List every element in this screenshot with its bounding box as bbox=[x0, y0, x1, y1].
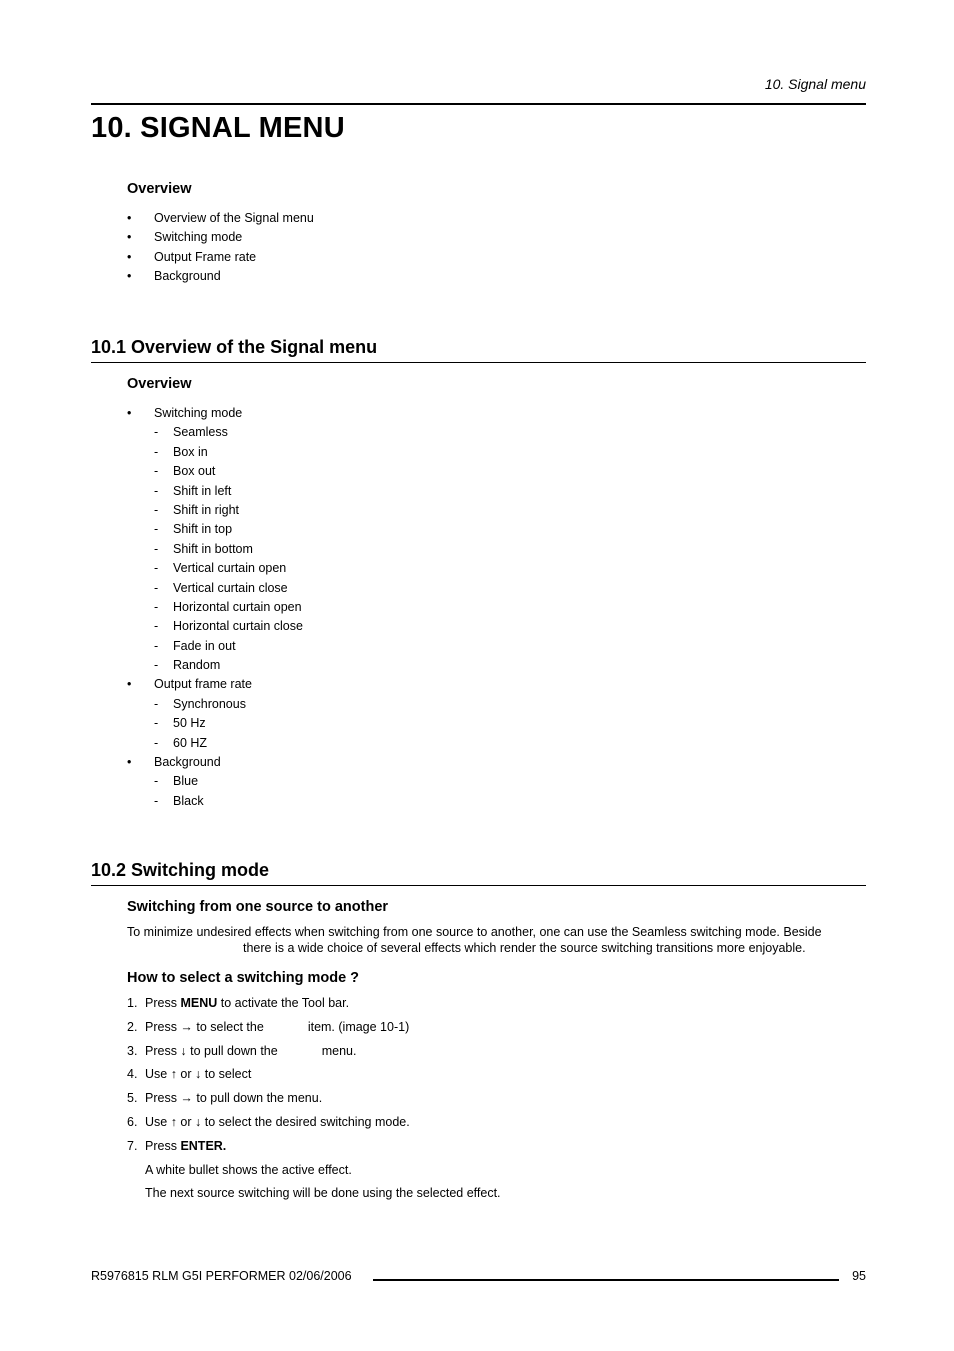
step-note-text: A white bullet shows the active effect. bbox=[145, 1162, 352, 1177]
bullet-marker: • bbox=[127, 211, 132, 225]
step-text: Press ENTER. bbox=[145, 1138, 227, 1153]
step-number: 5. bbox=[127, 1091, 138, 1106]
bullet-marker: • bbox=[127, 677, 132, 692]
step-number: 4. bbox=[127, 1067, 138, 1082]
section-10-1-overview-heading: Overview bbox=[127, 376, 192, 392]
dash-marker: - bbox=[154, 483, 159, 498]
dash-marker: - bbox=[154, 425, 159, 440]
list-item-text: Switching mode bbox=[154, 406, 243, 420]
dash-marker: - bbox=[154, 522, 159, 537]
dash-marker: - bbox=[154, 638, 159, 653]
list-item-text: Vertical curtain close bbox=[173, 580, 288, 595]
list-item-text: Vertical curtain open bbox=[173, 561, 287, 576]
header-rule bbox=[91, 103, 866, 105]
dash-marker: - bbox=[154, 716, 159, 731]
key-name: MENU bbox=[180, 996, 218, 1010]
switching-source-heading: Switching from one source to another bbox=[127, 899, 389, 915]
step-text: Use ↑ or ↓ to select the desired switchi… bbox=[145, 1114, 410, 1129]
list-item-text: Switching mode bbox=[154, 230, 243, 245]
dash-marker: - bbox=[154, 580, 159, 595]
step-text: Press → to pull down the menu. bbox=[145, 1091, 323, 1106]
bullet-marker: • bbox=[127, 269, 132, 284]
dash-marker: - bbox=[154, 464, 159, 479]
list-item-text: Horizontal curtain close bbox=[173, 619, 303, 634]
bullet-marker: • bbox=[127, 230, 132, 245]
switching-description-line2: there is a wide choice of several effect… bbox=[243, 940, 806, 955]
dash-marker: - bbox=[154, 561, 159, 576]
list-item-text: Synchronous bbox=[173, 696, 246, 711]
step-number: 2. bbox=[127, 1019, 138, 1034]
section-10-2-heading: 10.2 Switching mode bbox=[91, 860, 270, 880]
section-10-1-rule bbox=[91, 362, 866, 363]
dash-marker: - bbox=[154, 541, 159, 556]
dash-marker: - bbox=[154, 502, 159, 517]
page-number: 95 bbox=[852, 1269, 866, 1283]
chapter-overview-heading: Overview bbox=[127, 181, 192, 197]
step-text: Press ↓ to pull down the menu. bbox=[145, 1043, 357, 1058]
footer-rule bbox=[373, 1279, 839, 1281]
chapter-title: 10. SIGNAL MENU bbox=[91, 112, 345, 144]
list-item-text: Black bbox=[173, 793, 204, 808]
list-item-text: Seamless bbox=[173, 425, 228, 440]
list-item-text: Shift in bottom bbox=[173, 541, 253, 556]
list-item-text: 60 HZ bbox=[173, 735, 208, 750]
step-note-text: The next source switching will be done u… bbox=[145, 1186, 501, 1201]
list-item-text: Output frame rate bbox=[154, 677, 252, 692]
list-item-text: Overview of the Signal menu bbox=[154, 211, 314, 225]
dash-marker: - bbox=[154, 735, 159, 750]
list-item-text: Horizontal curtain open bbox=[173, 599, 302, 614]
dash-marker: - bbox=[154, 444, 159, 459]
list-item-text: Background bbox=[154, 269, 221, 284]
section-10-2-rule bbox=[91, 885, 866, 886]
list-item-text: Box out bbox=[173, 464, 216, 479]
list-item-text: Box in bbox=[173, 444, 208, 459]
list-item-text: Shift in top bbox=[173, 522, 233, 537]
list-item-text: 50 Hz bbox=[173, 716, 206, 731]
step-text: Press → to select the item. (image 10-1) bbox=[145, 1019, 410, 1034]
switching-description: To minimize undesired effects when switc… bbox=[127, 925, 866, 956]
section-10-1-heading: 10.1 Overview of the Signal menu bbox=[91, 337, 378, 357]
select-mode-heading: How to select a switching mode ? bbox=[127, 970, 360, 986]
step-number: 1. bbox=[127, 996, 138, 1010]
list-item-text: Shift in right bbox=[173, 502, 240, 517]
list-item-text: Blue bbox=[173, 774, 199, 789]
bullet-marker: • bbox=[127, 249, 132, 264]
step-number: 3. bbox=[127, 1043, 138, 1058]
list-item-text: Background bbox=[154, 755, 221, 770]
dash-marker: - bbox=[154, 793, 159, 808]
key-name: ENTER. bbox=[180, 1138, 227, 1153]
list-item-text: Fade in out bbox=[173, 638, 236, 653]
running-header: 10. Signal menu bbox=[764, 76, 866, 92]
bullet-marker: • bbox=[127, 755, 132, 770]
list-item-text: Random bbox=[173, 658, 221, 673]
switching-description-line1: To minimize undesired effects when switc… bbox=[127, 925, 822, 939]
step-number: 6. bbox=[127, 1114, 138, 1129]
dash-marker: - bbox=[154, 599, 159, 614]
dash-marker: - bbox=[154, 658, 159, 673]
bullet-marker: • bbox=[127, 406, 132, 420]
dash-marker: - bbox=[154, 696, 159, 711]
dash-marker: - bbox=[154, 774, 159, 789]
dash-marker: - bbox=[154, 619, 159, 634]
step-text: Press MENU to activate the Tool bar. bbox=[145, 996, 350, 1010]
step-number: 7. bbox=[127, 1138, 138, 1153]
list-item-text: Shift in left bbox=[173, 483, 232, 498]
step-text: Use ↑ or ↓ to select bbox=[145, 1067, 252, 1082]
list-item-text: Output Frame rate bbox=[154, 249, 257, 264]
footer-doc-info: R5976815 RLM G5I PERFORMER 02/06/2006 bbox=[91, 1269, 352, 1283]
